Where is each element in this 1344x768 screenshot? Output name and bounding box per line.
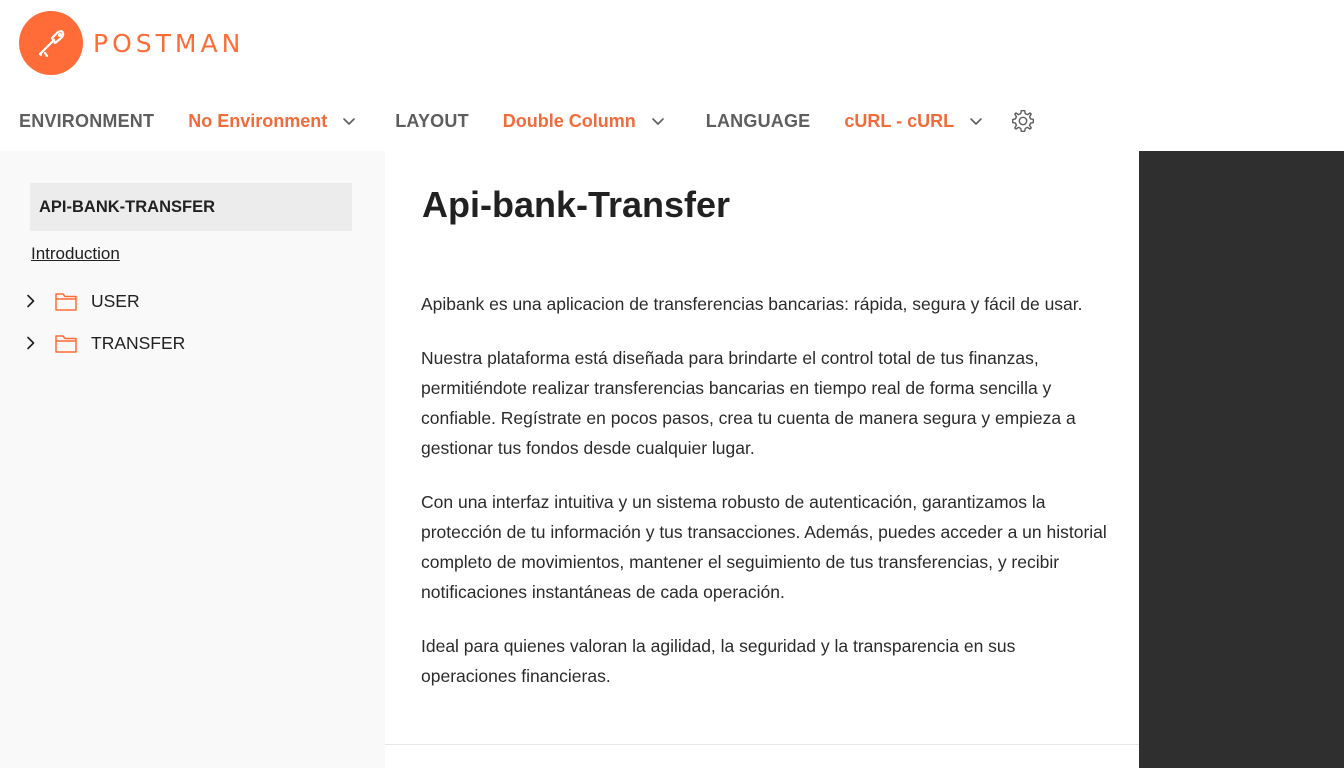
page-title: Api-bank-Transfer — [422, 184, 731, 225]
description-paragraph: Nuestra plataforma está diseñada para br… — [421, 348, 1076, 458]
description: Apibank es una aplicacion de transferenc… — [421, 289, 1111, 715]
description-paragraph: Con una interfaz intuitiva y un sistema … — [421, 492, 1107, 602]
environment-select[interactable]: No Environment — [188, 111, 357, 132]
chevron-down-icon — [651, 118, 664, 125]
sidebar: API-BANK-TRANSFER Introduction USER TRAN… — [0, 151, 385, 768]
code-panel — [1139, 151, 1344, 768]
top-header: POSTMAN ENVIRONMENT No Environment LAYOU… — [0, 0, 1344, 151]
gear-icon[interactable] — [1010, 108, 1036, 134]
folder-icon — [55, 293, 77, 311]
layout-label: LAYOUT — [395, 110, 469, 131]
description-paragraph: Apibank es una aplicacion de transferenc… — [421, 294, 1083, 314]
language-select[interactable]: cURL - cURL — [844, 111, 984, 132]
chevron-right-icon[interactable] — [22, 292, 40, 310]
postman-logo-icon — [19, 11, 83, 75]
chevron-right-icon[interactable] — [22, 334, 40, 352]
environment-value: No Environment — [188, 110, 328, 131]
environment-label: ENVIRONMENT — [19, 110, 155, 131]
chevron-down-icon — [970, 118, 982, 125]
sidebar-folder-transfer[interactable]: TRANSFER — [22, 328, 185, 358]
folder-label: USER — [91, 290, 140, 311]
section-divider — [385, 744, 1139, 745]
brand-name: POSTMAN — [93, 28, 245, 58]
folder-label: TRANSFER — [91, 332, 186, 353]
sidebar-item-introduction[interactable]: Introduction — [31, 244, 120, 264]
language-label: LANGUAGE — [705, 110, 811, 131]
folder-icon — [55, 335, 77, 353]
sidebar-folder-user[interactable]: USER — [22, 286, 140, 316]
postman-logo[interactable]: POSTMAN — [19, 11, 244, 75]
documentation-content: Api-bank-Transfer Apibank es una aplicac… — [385, 151, 1139, 768]
layout-value: Double Column — [502, 110, 636, 131]
language-value: cURL - cURL — [844, 110, 955, 131]
doc-toolbar: ENVIRONMENT No Environment LAYOUT Double… — [19, 104, 1036, 138]
description-paragraph: Ideal para quienes valoran la agilidad, … — [421, 636, 1016, 686]
collection-title[interactable]: API-BANK-TRANSFER — [30, 183, 352, 231]
layout-select[interactable]: Double Column — [503, 111, 666, 132]
chevron-down-icon — [343, 118, 356, 125]
